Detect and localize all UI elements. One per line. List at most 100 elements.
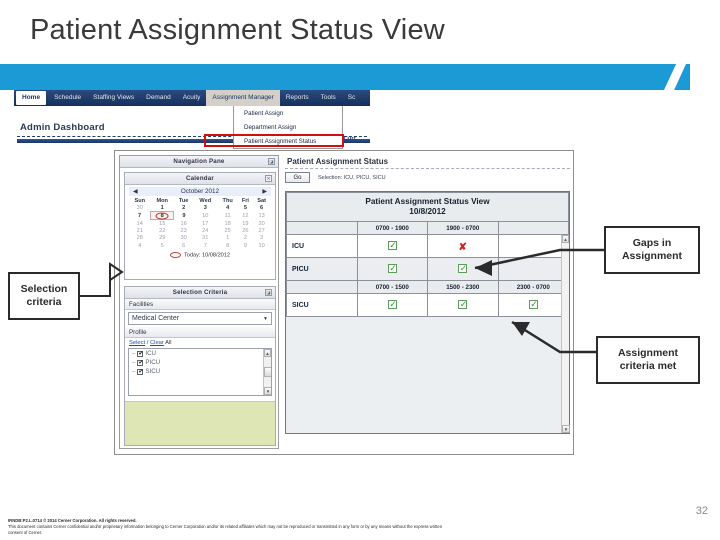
calendar-day-1[interactable]: 1: [217, 235, 238, 242]
calendar-day-29[interactable]: 29: [151, 235, 174, 242]
collapse-icon[interactable]: ◪: [268, 158, 275, 165]
checkbox-icu[interactable]: [137, 350, 143, 358]
calendar-day-number: 14: [136, 220, 143, 227]
calendar-day-19[interactable]: 19: [238, 220, 253, 228]
select-all-link[interactable]: Select: [129, 340, 145, 346]
calendar-day-31[interactable]: 31: [193, 235, 217, 242]
table-row: PICU: [286, 257, 569, 281]
scroll-up-icon[interactable]: ▲: [562, 235, 569, 243]
nav-item-schedule[interactable]: Schedule: [48, 90, 87, 106]
calendar-day-3[interactable]: 3: [193, 204, 217, 212]
calendar-day-5[interactable]: 5: [151, 242, 174, 249]
calendar-day-18[interactable]: 18: [217, 220, 238, 228]
nav-item-acuity[interactable]: Acuity: [177, 90, 207, 106]
profile-row-picu[interactable]: – PICU: [129, 358, 271, 367]
chevron-left-icon[interactable]: ◀: [133, 188, 138, 195]
calendar-day-header-3: Wed: [199, 197, 212, 204]
nav-item-reports[interactable]: Reports: [280, 90, 315, 106]
calendar-day-14[interactable]: 14: [129, 220, 151, 228]
menu-item-patient-assign[interactable]: Patient Assign: [234, 106, 342, 120]
status-table-scrollbar[interactable]: ▲ ▼: [561, 235, 570, 433]
collapse-icon[interactable]: ◪: [265, 289, 272, 296]
calendar-day-8[interactable]: 8: [217, 242, 238, 249]
calendar-day-20[interactable]: 20: [253, 220, 271, 228]
calendar-day-2[interactable]: 2: [174, 204, 193, 212]
calendar-day-6[interactable]: 6: [174, 242, 193, 249]
calendar-day-8[interactable]: 8: [150, 211, 175, 221]
select-clear-all-row: Select / Clear All: [125, 338, 275, 347]
calendar-day-10[interactable]: 10: [253, 242, 271, 249]
nav-item-tools[interactable]: Tools: [315, 90, 342, 106]
calendar-day-3[interactable]: 3: [253, 235, 271, 242]
calendar-day-24[interactable]: 24: [193, 228, 217, 235]
calendar-day-26[interactable]: 26: [238, 228, 253, 235]
main-navbar[interactable]: Home Schedule Staffing Views Demand Acui…: [14, 90, 370, 106]
chevron-down-icon[interactable]: ▼: [263, 316, 268, 322]
calendar-day-5[interactable]: 5: [238, 204, 253, 212]
calendar-day-15[interactable]: 15: [151, 220, 174, 228]
go-button[interactable]: Go: [285, 172, 310, 183]
profile-label: Profile: [125, 327, 275, 338]
profile-row-icu[interactable]: – ICU: [129, 349, 271, 358]
calendar-day-27[interactable]: 27: [253, 228, 271, 235]
shift-header-a-1: 0700 - 1900: [356, 221, 428, 235]
table-row: SICU: [286, 293, 569, 317]
nav-item-assignment-manager[interactable]: Assignment Manager: [206, 90, 280, 106]
calendar-header: Calendar ✕: [125, 173, 275, 185]
calendar-day-number: 6: [182, 242, 186, 249]
scroll-down-icon[interactable]: ▼: [264, 387, 271, 395]
facilities-select[interactable]: Medical Center ▼: [128, 312, 272, 325]
calendar-day-13[interactable]: 13: [253, 212, 271, 220]
calendar-day-6[interactable]: 6: [253, 204, 271, 212]
calendar-day-4[interactable]: 4: [129, 242, 151, 249]
calendar-day-1[interactable]: 1: [151, 204, 174, 212]
calendar-day-number: 28: [136, 235, 143, 242]
calendar-day-22[interactable]: 22: [151, 228, 174, 235]
checkbox-picu[interactable]: [137, 359, 143, 367]
calendar-day-11[interactable]: 11: [217, 212, 238, 220]
calendar-week-row: 21 22 23 24 25 26 27: [129, 228, 271, 235]
calendar-day-4[interactable]: 4: [217, 204, 238, 212]
calendar-day-28[interactable]: 28: [129, 235, 151, 242]
calendar-day-16[interactable]: 16: [174, 220, 193, 228]
check-icon: [387, 263, 397, 274]
clear-all-link[interactable]: Clear: [150, 340, 164, 346]
menu-item-department-assign[interactable]: Department Assign: [234, 120, 342, 134]
calendar-day-9[interactable]: 9: [238, 242, 253, 249]
calendar-day-2[interactable]: 2: [238, 235, 253, 242]
callout-selection-line2: criteria: [26, 296, 62, 308]
calendar-nav[interactable]: ◀ October 2012 ▶: [129, 187, 271, 196]
calendar-day-30[interactable]: 30: [174, 235, 193, 242]
footer-consent-line: consent of Cerner.: [8, 530, 43, 535]
calendar-day-21[interactable]: 21: [129, 228, 151, 235]
calendar-day-9[interactable]: 9: [174, 212, 193, 220]
scrollbar-thumb[interactable]: [264, 367, 271, 377]
chevron-right-icon[interactable]: ▶: [262, 188, 267, 195]
calendar-day-10[interactable]: 10: [193, 212, 217, 220]
scroll-down-icon[interactable]: ▼: [562, 425, 570, 433]
calendar-day-25[interactable]: 25: [217, 228, 238, 235]
profile-scrollbar[interactable]: ▲ ▼: [263, 349, 271, 395]
calendar-grid[interactable]: Sun Mon Tue Wed Thu Fri Sat 30 1 2 3 4 5 6 7 8 9 10 11 12 1…: [129, 197, 271, 249]
calendar-day-number: 3: [260, 235, 264, 242]
checkbox-sicu[interactable]: [137, 368, 143, 376]
calendar-day-30[interactable]: 30: [129, 204, 151, 212]
calendar-day-7[interactable]: 7: [129, 212, 151, 220]
close-icon[interactable]: ✕: [265, 175, 272, 182]
calendar-day-7[interactable]: 7: [193, 242, 217, 249]
nav-item-demand[interactable]: Demand: [140, 90, 177, 106]
nav-item-home[interactable]: Home: [16, 91, 47, 105]
profile-tree-list[interactable]: – ICU – PICU – SICU ▲ ▼: [128, 348, 272, 396]
profile-row-sicu[interactable]: – SICU: [129, 367, 271, 376]
nav-item-sc[interactable]: Sc: [342, 90, 362, 106]
calendar-day-17[interactable]: 17: [193, 220, 217, 228]
nav-item-staffing-views[interactable]: Staffing Views: [87, 90, 140, 106]
patient-assignment-status-heading: Patient Assignment Status: [287, 157, 389, 166]
calendar-day-23[interactable]: 23: [174, 228, 193, 235]
calendar-month-label[interactable]: October 2012: [181, 188, 219, 195]
scroll-up-icon[interactable]: ▲: [264, 349, 271, 357]
calendar-day-number: 6: [260, 204, 264, 211]
calendar-day-12[interactable]: 12: [238, 212, 253, 220]
unit-name-picu: PICU: [286, 257, 358, 281]
calendar-day-number: 24: [202, 228, 209, 235]
